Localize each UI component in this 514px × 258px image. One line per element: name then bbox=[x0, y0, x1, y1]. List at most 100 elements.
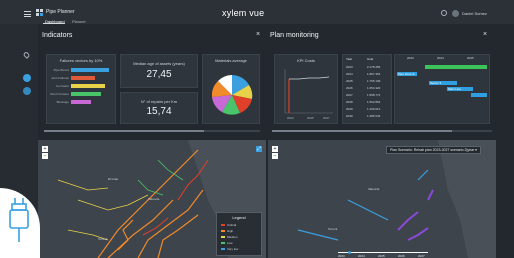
svg-text:Valencia: Valencia bbox=[148, 197, 160, 201]
network-map-left[interactable]: El Grao Valencia Torrent + − ⤢ Legend Cr… bbox=[38, 140, 266, 258]
failure-row-label: Joint Failures bbox=[51, 76, 69, 80]
network-map-right[interactable]: Valencia Torrent + − Plan Scenario: Reha… bbox=[268, 140, 496, 258]
map-scenario-graphic: Valencia Torrent bbox=[268, 140, 496, 258]
failure-vectors-card: Failures vectors by 10% Pipe Bursts Join… bbox=[46, 54, 116, 124]
expand-icon[interactable]: ⤢ bbox=[256, 146, 262, 152]
gantt-bar[interactable]: Sector 3 bbox=[429, 81, 457, 85]
table-cell: 2023 bbox=[346, 65, 353, 69]
location-pin-icon[interactable] bbox=[22, 51, 31, 59]
kpi-costs-chart: 2023 2025 2027 bbox=[284, 69, 333, 120]
gantt-bar[interactable]: Pipe Zone A bbox=[397, 72, 417, 76]
table-header-year: Year bbox=[346, 57, 353, 61]
repairs-value: 15,74 bbox=[146, 106, 172, 117]
failure-bar bbox=[71, 92, 101, 96]
zoom-out-button[interactable]: − bbox=[42, 153, 48, 159]
svg-text:Valencia: Valencia bbox=[368, 187, 380, 191]
table-cell: 2030 bbox=[346, 114, 353, 118]
table-header-cost: Cost bbox=[367, 57, 374, 61]
table-cell: 2026 bbox=[346, 86, 353, 90]
table-cell: 1.502.864 bbox=[367, 100, 381, 104]
legend-item: Low bbox=[221, 241, 233, 245]
gantt-year: 2024 bbox=[437, 56, 444, 60]
settings-icon[interactable] bbox=[441, 10, 447, 16]
failure-row-label: Pipe Bursts bbox=[53, 68, 69, 72]
gantt-bar-label: Main Line bbox=[448, 87, 462, 91]
cost-table: Year Cost 2023 2.178.456 2024 1.897.354 2025… bbox=[342, 54, 392, 124]
svg-text:Torrent: Torrent bbox=[98, 237, 108, 241]
median-age-title: Median age of assets (years) bbox=[133, 61, 185, 66]
gantt-bar-label: Pipe Zone A bbox=[398, 72, 415, 76]
tick-label: 2027 bbox=[323, 116, 330, 120]
gantt-bar[interactable] bbox=[471, 93, 487, 97]
timeline-year[interactable]: 2024 bbox=[358, 254, 365, 258]
tab-planner[interactable]: Planner bbox=[72, 19, 86, 24]
failure-row-label: Blockage bbox=[56, 100, 69, 104]
failure-bar bbox=[71, 84, 105, 88]
user-name[interactable]: Daniel Somez bbox=[462, 11, 487, 16]
avatar[interactable] bbox=[452, 10, 459, 17]
failure-vectors-title: Failures vectors by 10% bbox=[59, 58, 103, 63]
legend-swatch bbox=[221, 224, 225, 227]
legend-swatch bbox=[221, 236, 225, 239]
timeline-year[interactable]: 2025 bbox=[378, 254, 385, 258]
zoom-out-button[interactable]: − bbox=[272, 153, 278, 159]
table-cell: 1.897.354 bbox=[367, 72, 381, 76]
legend-item: High bbox=[221, 229, 233, 233]
plan-monitoring-close-button[interactable]: × bbox=[483, 31, 487, 38]
repairs-title: N° of repairs per Km bbox=[140, 99, 178, 104]
table-cell: 2.178.456 bbox=[367, 65, 381, 69]
legend-item: Very low bbox=[221, 247, 238, 251]
cost-line bbox=[289, 76, 330, 80]
table-cell: 1.765.109 bbox=[367, 79, 381, 83]
failure-bar bbox=[71, 100, 91, 104]
kpi-costs-title: KPI Costs bbox=[297, 58, 315, 63]
valve-badge-icon bbox=[0, 188, 40, 258]
timeline-year[interactable]: 2026 bbox=[398, 254, 405, 258]
app-title: Pipe Planner bbox=[46, 9, 75, 15]
table-cell: 1.654.320 bbox=[367, 86, 381, 90]
materials-pie-chart bbox=[211, 75, 253, 115]
gantt-bar-label: Sector 3 bbox=[430, 81, 442, 85]
tick-label: 2025 bbox=[307, 116, 314, 120]
median-age-value: 27,45 bbox=[146, 69, 172, 80]
hamburger-menu-icon[interactable] bbox=[24, 11, 31, 17]
legend-swatch bbox=[221, 242, 225, 245]
timeline-handle[interactable] bbox=[348, 251, 351, 254]
table-cell: 1.439.012 bbox=[367, 107, 381, 111]
table-cell: 2027 bbox=[346, 93, 353, 97]
gantt-year: 2025 bbox=[467, 56, 474, 60]
active-tab-indicator bbox=[43, 23, 65, 24]
brand-logo: xylem vue bbox=[222, 8, 265, 18]
top-bar: Pipe Planner Dashboard Planner xylem vue… bbox=[0, 0, 514, 24]
zoom-in-button[interactable]: + bbox=[42, 146, 48, 152]
layers-icon[interactable] bbox=[23, 74, 31, 82]
timeline-year[interactable]: 2023 bbox=[338, 254, 345, 258]
refresh-icon[interactable] bbox=[23, 87, 31, 95]
table-cell: 2024 bbox=[346, 72, 353, 76]
plan-scroll-thumb[interactable] bbox=[272, 130, 452, 132]
year-timeline[interactable] bbox=[338, 252, 428, 253]
gantt-card: 2023 2024 2025 Pipe Zone A Sector 3 Main… bbox=[394, 54, 490, 124]
plan-monitoring-title: Plan monitoring bbox=[270, 32, 319, 39]
failure-bar bbox=[71, 76, 95, 80]
scenario-filter-dropdown[interactable]: Plan Scenario: Rehab plan 2023-2027 scen… bbox=[386, 146, 481, 154]
indicators-scroll-thumb[interactable] bbox=[44, 130, 204, 132]
materials-card: Materials average bbox=[202, 54, 260, 124]
failure-row-label: Root Intrusion bbox=[50, 92, 69, 96]
legend-swatch bbox=[221, 248, 225, 251]
median-age-card: Median age of assets (years) 27,45 bbox=[120, 54, 198, 88]
legend-label: Critical bbox=[227, 223, 237, 227]
table-cell: 1.386.543 bbox=[367, 114, 381, 118]
failure-row-label: Corrosion bbox=[55, 84, 69, 88]
legend-item: Critical bbox=[221, 223, 236, 227]
table-cell: 2025 bbox=[346, 79, 353, 83]
timeline-year[interactable]: 2027 bbox=[418, 254, 425, 258]
zoom-in-button[interactable]: + bbox=[272, 146, 278, 152]
gantt-bar[interactable] bbox=[425, 65, 487, 69]
materials-title: Materials average bbox=[215, 58, 247, 63]
gantt-bar[interactable]: Main Line bbox=[447, 87, 473, 91]
repairs-card: N° of repairs per Km 15,74 bbox=[120, 92, 198, 124]
indicators-close-button[interactable]: × bbox=[256, 31, 260, 38]
legend-item: Medium bbox=[221, 235, 238, 239]
indicators-title: Indicators bbox=[42, 32, 73, 39]
